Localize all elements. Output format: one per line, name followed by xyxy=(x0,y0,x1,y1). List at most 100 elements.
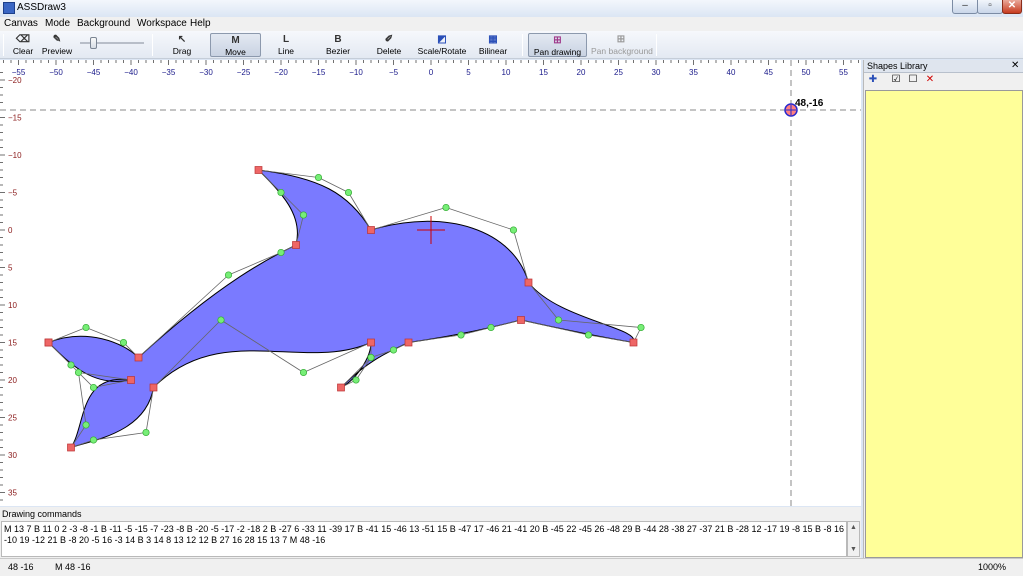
delete-shape-icon[interactable]: ✕ xyxy=(924,74,936,86)
anchor-point[interactable] xyxy=(367,338,375,347)
menu-canvas[interactable]: Canvas xyxy=(4,18,38,29)
control-point[interactable] xyxy=(277,248,285,257)
window-title: ASSDraw3 xyxy=(17,2,66,13)
control-point[interactable] xyxy=(74,368,83,377)
commands-scrollbar[interactable]: ▲ ▼ xyxy=(847,521,860,557)
canvas-drawing[interactable]: −55 −50 −45 −40 −35 −30 −25 −20 −15 −10 −5 0 5 10 15 20… xyxy=(0,60,861,506)
maximize-button[interactable]: ▫ xyxy=(977,0,1003,14)
status-last-command: M 48 -16 xyxy=(55,562,91,572)
control-point[interactable] xyxy=(119,338,128,347)
control-point[interactable] xyxy=(314,173,323,182)
move-m-icon: M xyxy=(231,35,240,46)
toolbar-separator xyxy=(522,34,523,56)
ruler-h-label: −35 xyxy=(162,68,176,77)
control-point[interactable] xyxy=(352,376,360,384)
control-point[interactable] xyxy=(344,188,353,197)
pan-drawing-label: Pan drawing xyxy=(533,47,582,57)
control-point[interactable] xyxy=(442,203,450,212)
ruler-h-label: −40 xyxy=(124,68,138,77)
anchor-point[interactable] xyxy=(629,338,638,347)
anchor-point[interactable] xyxy=(292,241,300,249)
control-line xyxy=(355,357,372,381)
anchor-point[interactable] xyxy=(254,166,263,174)
bezier-button[interactable]: B Bezier xyxy=(318,33,358,57)
anchor-point[interactable] xyxy=(67,443,75,452)
anchor-point[interactable] xyxy=(149,383,158,392)
app-icon xyxy=(3,2,15,14)
ruler-h-label: −30 xyxy=(199,68,213,77)
control-point[interactable] xyxy=(637,323,645,332)
add-shape-icon[interactable]: ✚ xyxy=(867,74,879,86)
pan-drawing-button[interactable]: ⊞ Pan drawing xyxy=(528,33,587,57)
control-point[interactable] xyxy=(457,331,465,339)
ruler-v-label: −5 xyxy=(8,189,18,198)
ruler-h-label: −5 xyxy=(389,68,399,77)
anchor-point[interactable] xyxy=(517,316,525,324)
menu-help[interactable]: Help xyxy=(190,18,211,29)
anchor-point[interactable] xyxy=(127,376,135,384)
check-all-icon[interactable]: ☑ xyxy=(890,74,902,86)
dolphin-shape[interactable] xyxy=(47,169,635,449)
menu-mode[interactable]: Mode xyxy=(45,18,70,29)
control-point[interactable] xyxy=(299,211,308,219)
shapes-library-panel: Shapes Library ✕ ✚ ☑ ☐ ✕ xyxy=(863,60,1023,558)
bilinear-button[interactable]: ▦ Bilinear xyxy=(474,33,512,57)
scroll-down-icon[interactable]: ▼ xyxy=(850,546,857,553)
drag-button[interactable]: ↖ Drag xyxy=(164,33,200,57)
control-point[interactable] xyxy=(367,353,375,362)
panel-header: Shapes Library ✕ xyxy=(864,60,1023,73)
preview-opacity-slider-thumb[interactable] xyxy=(90,37,97,49)
shapes-library-list[interactable] xyxy=(865,90,1023,558)
control-point[interactable] xyxy=(509,226,518,234)
control-point[interactable] xyxy=(142,428,150,437)
ruler-h-label: 40 xyxy=(727,68,736,77)
ruler-h-label: −10 xyxy=(349,68,363,77)
control-point[interactable] xyxy=(82,323,90,332)
pan-background-button[interactable]: ⊞ Pan background xyxy=(591,33,653,57)
clear-button[interactable]: ⌫ Clear xyxy=(8,33,38,57)
delete-button[interactable]: ✐ Delete xyxy=(370,33,408,57)
minimize-button[interactable]: – xyxy=(952,0,978,14)
bezier-b-icon: B xyxy=(334,34,342,45)
ruler-v-label: 25 xyxy=(8,414,17,423)
control-point[interactable] xyxy=(277,188,285,197)
control-point[interactable] xyxy=(82,421,90,429)
drawing-commands-text[interactable]: M 13 7 B 11 0 2 -3 -8 -1 B -11 -5 -15 -7… xyxy=(1,521,847,557)
preview-label: Preview xyxy=(41,46,73,56)
control-point[interactable] xyxy=(299,368,308,377)
control-point[interactable] xyxy=(217,316,225,324)
scroll-up-icon[interactable]: ▲ xyxy=(850,524,857,531)
control-point[interactable] xyxy=(389,346,398,354)
anchor-point[interactable] xyxy=(404,338,413,347)
anchor-point[interactable] xyxy=(44,338,53,347)
line-button[interactable]: L Line xyxy=(268,33,304,57)
control-point[interactable] xyxy=(224,271,233,279)
control-point[interactable] xyxy=(89,436,98,444)
close-button[interactable]: ✕ xyxy=(1002,0,1022,14)
control-point[interactable] xyxy=(554,316,563,324)
menu-workspace[interactable]: Workspace xyxy=(137,18,187,29)
anchor-point[interactable] xyxy=(367,226,375,234)
ruler-h-label: 0 xyxy=(429,68,434,77)
control-point[interactable] xyxy=(67,361,75,369)
menu-bar: Canvas Mode Background Workspace Help xyxy=(0,17,1023,31)
control-point[interactable] xyxy=(487,323,495,332)
anchor-point[interactable] xyxy=(524,278,533,287)
move-button[interactable]: M Move xyxy=(210,33,261,57)
control-point[interactable] xyxy=(89,383,98,392)
eraser-icon: ⌫ xyxy=(15,34,31,45)
drawing-canvas[interactable]: −55 −50 −45 −40 −35 −30 −25 −20 −15 −10 −5 0 5 10 15 20… xyxy=(0,60,861,506)
clear-label: Clear xyxy=(12,46,34,56)
uncheck-all-icon[interactable]: ☐ xyxy=(907,74,919,86)
status-bar: 48 -16 M 48 -16 1000% xyxy=(0,558,1023,576)
ruler-h-label: −50 xyxy=(49,68,63,77)
preview-button[interactable]: ✎ Preview xyxy=(40,33,74,57)
menu-background[interactable]: Background xyxy=(77,18,130,29)
panel-close-icon[interactable]: ✕ xyxy=(1011,60,1019,71)
scale-rotate-button[interactable]: ◩ Scale/Rotate xyxy=(414,33,470,57)
control-point[interactable] xyxy=(584,331,593,339)
pan-background-icon: ⊞ xyxy=(616,34,626,45)
ruler-h-label: 30 xyxy=(652,68,661,77)
anchor-point[interactable] xyxy=(134,353,143,362)
anchor-point[interactable] xyxy=(337,383,345,392)
